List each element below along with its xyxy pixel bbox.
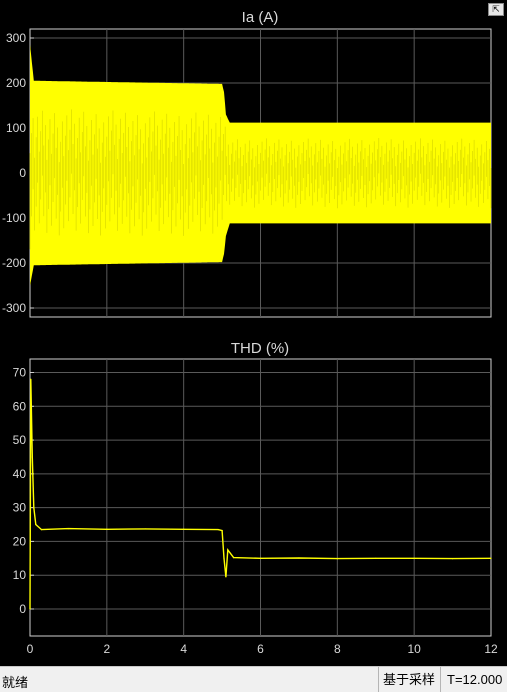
y-tick-label: -100 <box>2 211 26 225</box>
thd-point <box>30 378 32 380</box>
thd-point <box>336 558 338 560</box>
y-tick-label: 60 <box>13 399 27 413</box>
status-sim-time: T=12.000 <box>440 667 507 692</box>
x-tick-label: 12 <box>484 642 498 656</box>
y-tick-label: 20 <box>13 534 27 548</box>
thd-point <box>227 549 229 551</box>
scope-plot-area: Ia (A) -300-200-1000100200300 THD (%) 01… <box>2 9 498 656</box>
panel-1-y-ticks: -300 -200 -100 0 100 200 300 <box>2 31 34 315</box>
thd-point <box>233 557 235 559</box>
thd-point <box>413 557 415 559</box>
thd-point <box>144 528 146 530</box>
thd-point <box>298 557 300 559</box>
y-tick-label: 30 <box>13 501 27 515</box>
thd-point <box>31 456 33 458</box>
x-tick-label: 8 <box>334 642 341 656</box>
y-tick-label: 0 <box>19 166 26 180</box>
y-tick-label: 0 <box>19 602 26 616</box>
restore-axes-button[interactable]: ⇱ <box>488 3 504 16</box>
thd-point <box>40 528 43 531</box>
thd-point <box>225 576 227 578</box>
restore-axes-icon: ⇱ <box>492 4 500 14</box>
thd-point <box>29 608 31 610</box>
thd-point <box>451 558 454 560</box>
thd-point <box>490 557 492 559</box>
panel-2-x-ticks: 0 2 4 6 8 10 12 <box>27 642 498 656</box>
y-tick-label: 40 <box>13 467 27 481</box>
status-ready: 就绪 <box>2 675 29 690</box>
x-tick-label: 4 <box>180 642 187 656</box>
status-bar: 就绪 基于采样 T=12.000 <box>0 666 507 692</box>
x-tick-label: 0 <box>27 642 34 656</box>
y-tick-label: 50 <box>13 433 27 447</box>
thd-point <box>35 523 37 526</box>
thd-point <box>183 528 185 530</box>
x-tick-label: 10 <box>407 642 421 656</box>
y-tick-label: -200 <box>2 256 26 270</box>
y-tick-label: 10 <box>13 568 27 582</box>
x-tick-label: 2 <box>103 642 110 656</box>
thd-point <box>106 528 108 530</box>
thd-point <box>221 530 223 532</box>
y-tick-label: -300 <box>2 301 26 315</box>
thd-point <box>33 507 35 509</box>
panel-2-title: THD (%) <box>231 340 289 357</box>
panel-1-title: Ia (A) <box>242 9 279 26</box>
thd-point <box>259 557 262 559</box>
thd-point <box>217 528 219 531</box>
y-tick-label: 100 <box>6 121 26 135</box>
y-tick-label: 70 <box>13 366 27 380</box>
thd-point <box>67 527 70 530</box>
thd-point <box>375 557 377 559</box>
status-sampling-mode[interactable]: 基于采样 <box>378 667 439 692</box>
y-tick-label: 300 <box>6 31 26 45</box>
x-tick-label: 6 <box>257 642 264 656</box>
y-tick-label: 200 <box>6 76 26 90</box>
thd-point <box>223 557 225 559</box>
